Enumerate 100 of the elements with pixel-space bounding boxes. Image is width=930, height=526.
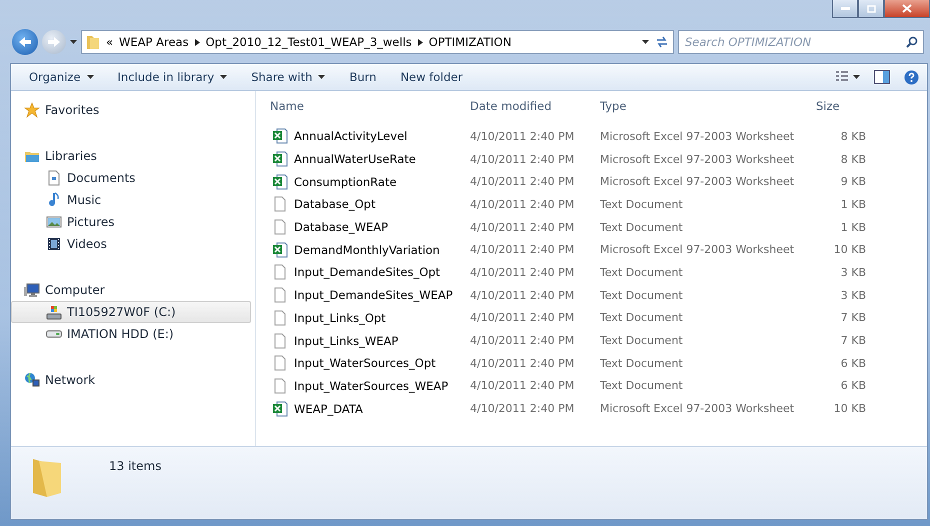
size-cell-text: 6 KB xyxy=(840,356,866,370)
date-cell-text: 4/10/2011 2:40 PM xyxy=(469,198,576,211)
computer-icon xyxy=(24,282,40,298)
film-icon xyxy=(46,236,62,252)
toolbar-button[interactable]: Organize xyxy=(19,67,104,87)
search-icon xyxy=(906,36,918,48)
date-cell-text: 4/10/2011 2:40 PM xyxy=(469,356,576,370)
text-file-icon xyxy=(272,287,288,304)
picture-frame-icon xyxy=(46,214,62,230)
overflow-chevron[interactable]: « xyxy=(106,35,114,49)
file-name[interactable]: ConsumptionRate xyxy=(266,174,466,190)
address-caret-icon xyxy=(642,40,649,44)
back-button[interactable] xyxy=(12,29,38,55)
file-name[interactable]: Input_WaterSources_Opt xyxy=(266,355,466,372)
breadcrumb[interactable]: Opt_2010_12_Test01_WEAP_3_wells xyxy=(206,35,412,49)
spreadsheet-icon xyxy=(272,242,288,258)
size-cell-text: 1 KB xyxy=(840,220,866,234)
text-file-icon xyxy=(272,196,288,212)
help-icon[interactable] xyxy=(904,70,919,84)
nav-item[interactable]: Documents xyxy=(11,167,251,189)
date-cell-text: 4/10/2011 2:40 PM xyxy=(469,266,576,279)
size-cell-text: 10 KB xyxy=(832,243,866,256)
file-name[interactable]: AnnualActivityLevel xyxy=(266,128,466,144)
breadcrumb[interactable]: WEAP Areas xyxy=(119,35,189,49)
address-bar[interactable]: « WEAP Areas Opt_2010_12_Test01_WEAP_3_wells OPTIMIZATION xyxy=(81,30,674,54)
text-file-icon xyxy=(272,219,288,236)
music-note-icon xyxy=(46,192,62,208)
search-field[interactable]: Search OPTIMIZATION xyxy=(678,30,924,54)
type-cell-text: Text Document xyxy=(599,288,684,302)
view-options-icon[interactable] xyxy=(836,71,860,83)
size-cell-text: 8 KB xyxy=(840,130,866,143)
type-cell-text: Microsoft Excel 97-2003 Worksheet xyxy=(599,402,796,416)
drive-icon xyxy=(46,330,62,338)
column-header[interactable]: Size xyxy=(806,99,866,113)
caret-icon xyxy=(318,75,326,79)
close-button[interactable] xyxy=(884,0,930,18)
type-cell-text: Text Document xyxy=(599,220,684,234)
breadcrumb-arrow-icon xyxy=(418,38,423,46)
size-cell-text: 7 KB xyxy=(840,311,866,324)
breadcrumb[interactable]: OPTIMIZATION xyxy=(428,35,512,49)
type-cell-text: Text Document xyxy=(599,379,684,392)
text-file-icon xyxy=(272,332,288,349)
type-cell-text: Microsoft Excel 97-2003 Worksheet xyxy=(599,152,796,166)
date-cell-text: 4/10/2011 2:40 PM xyxy=(469,379,576,392)
file-name[interactable]: Input_DemandeSites_WEAP xyxy=(266,287,466,304)
column-header[interactable]: Name xyxy=(266,99,466,113)
toolbar-button[interactable]: Include in library xyxy=(108,67,238,87)
date-cell-text: 4/10/2011 2:40 PM xyxy=(469,220,576,234)
spreadsheet-icon xyxy=(272,128,288,144)
nav-item[interactable]: Music xyxy=(11,189,251,211)
date-cell-text: 4/10/2011 2:40 PM xyxy=(469,175,576,188)
caret-icon xyxy=(86,75,94,79)
toolbar-button[interactable]: Share with xyxy=(241,67,336,87)
spreadsheet-icon xyxy=(272,174,288,190)
type-cell-text: Text Document xyxy=(599,198,684,211)
nav-item[interactable]: Pictures xyxy=(11,211,251,233)
date-cell-text: 4/10/2011 2:40 PM xyxy=(469,402,576,416)
folder-icon xyxy=(86,34,100,50)
file-name[interactable]: Input_DemandeSites_Opt xyxy=(266,264,466,280)
spreadsheet-icon xyxy=(272,400,288,417)
nav-item[interactable]: Videos xyxy=(11,233,251,255)
file-name[interactable]: AnnualWaterUseRate xyxy=(266,151,466,168)
maximize-icon xyxy=(866,4,876,12)
file-name[interactable]: DemandMonthlyVariation xyxy=(266,242,466,258)
toolbar-button[interactable]: New folder xyxy=(390,67,473,87)
drive-icon xyxy=(46,304,62,320)
nav-item[interactable]: Computer xyxy=(11,279,251,301)
size-cell-text: 9 KB xyxy=(840,175,866,188)
date-cell-text: 4/10/2011 2:40 PM xyxy=(469,288,576,302)
column-header[interactable]: Type xyxy=(596,99,806,113)
nav-item[interactable]: IMATION HDD (E:) xyxy=(11,323,251,345)
preview-pane-icon[interactable] xyxy=(874,70,890,84)
size-cell-text: 3 KB xyxy=(840,288,866,302)
size-cell-text: 3 KB xyxy=(840,266,866,279)
minimize-icon xyxy=(840,7,850,10)
nav-item[interactable]: Favorites xyxy=(11,99,251,121)
nav-item[interactable]: Libraries xyxy=(11,145,251,167)
file-name[interactable]: Database_WEAP xyxy=(266,219,466,236)
maximize-button[interactable] xyxy=(858,0,884,18)
type-cell-text: Text Document xyxy=(599,356,684,370)
toolbar-button[interactable]: Burn xyxy=(339,67,386,87)
column-header[interactable]: Date modified xyxy=(466,99,596,113)
file-name[interactable]: Input_WaterSources_WEAP xyxy=(266,378,466,394)
item-count: 13 items xyxy=(109,458,162,473)
type-cell-text: Text Document xyxy=(599,334,684,348)
date-cell-text: 4/10/2011 2:40 PM xyxy=(469,243,576,256)
refresh-icon[interactable] xyxy=(655,36,669,48)
breadcrumb-arrow-icon xyxy=(194,38,200,46)
file-name[interactable]: Input_Links_Opt xyxy=(266,310,466,326)
right-arrow-icon xyxy=(47,36,61,48)
star-icon xyxy=(24,102,40,118)
nav-item[interactable]: Network xyxy=(11,369,251,391)
date-cell-text: 4/10/2011 2:40 PM xyxy=(469,334,576,348)
nav-item[interactable]: TI105927W0F (C:) xyxy=(11,301,251,323)
file-name[interactable]: WEAP_DATA xyxy=(266,400,466,417)
file-name[interactable]: Input_Links_WEAP xyxy=(266,332,466,349)
file-name[interactable]: Database_Opt xyxy=(266,196,466,212)
type-cell-text: Text Document xyxy=(599,266,684,279)
network-icon xyxy=(24,372,40,388)
minimize-button[interactable] xyxy=(832,0,858,18)
